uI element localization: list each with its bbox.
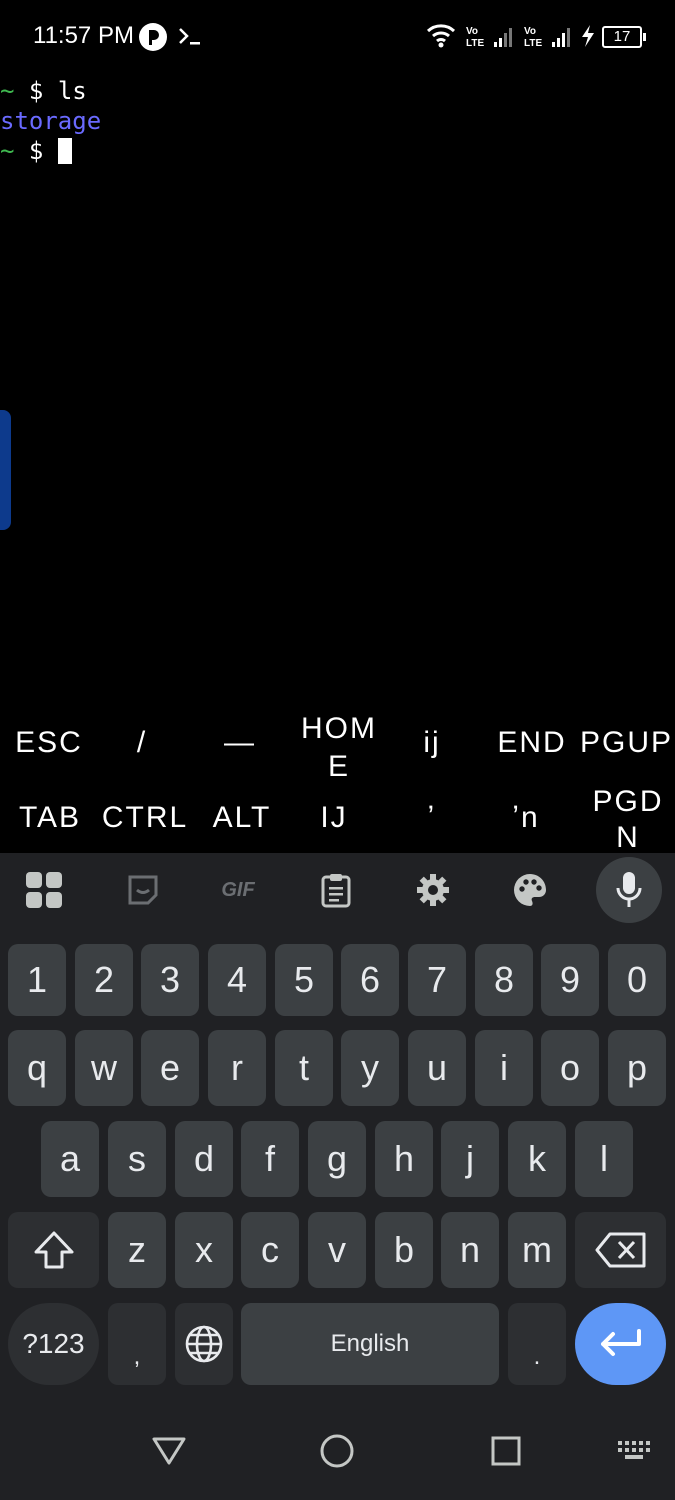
svg-text:Vo: Vo (524, 26, 536, 37)
directory-listing: storage (0, 107, 102, 135)
backspace-icon (595, 1232, 645, 1268)
language-key[interactable] (175, 1303, 233, 1385)
symbols-key[interactable]: ?123 (8, 1303, 99, 1385)
key-c[interactable]: c (241, 1212, 299, 1288)
extra-key-ctrl[interactable]: CTRL (98, 800, 192, 836)
key-i[interactable]: i (475, 1030, 533, 1106)
extra-key-IJ[interactable]: IJ (304, 800, 364, 836)
gif-icon[interactable]: GIF (216, 868, 260, 912)
terminal-output[interactable]: ~ $ ls storage ~ $ (0, 76, 101, 166)
extra-key-n-apostrophe[interactable]: ʼn (496, 800, 556, 836)
key-5[interactable]: 5 (275, 944, 333, 1016)
edge-panel-handle[interactable] (0, 410, 11, 530)
key-v[interactable]: v (308, 1212, 366, 1288)
recents-icon[interactable] (483, 1428, 529, 1474)
key-7[interactable]: 7 (408, 944, 466, 1016)
key-r[interactable]: r (208, 1030, 266, 1106)
key-4[interactable]: 4 (208, 944, 266, 1016)
key-x[interactable]: x (175, 1212, 233, 1288)
key-w[interactable]: w (75, 1030, 133, 1106)
globe-icon (185, 1325, 223, 1363)
extra-key-home[interactable]: HOME (296, 710, 382, 786)
app-notification-icon (138, 22, 168, 57)
key-u[interactable]: u (408, 1030, 466, 1106)
wifi-icon (426, 22, 456, 53)
key-k[interactable]: k (508, 1121, 566, 1197)
apps-grid-icon[interactable] (22, 868, 66, 912)
sticker-icon[interactable] (121, 868, 165, 912)
svg-text:LTE: LTE (524, 38, 542, 48)
key-3[interactable]: 3 (141, 944, 199, 1016)
key-q[interactable]: q (8, 1030, 66, 1106)
volte-signal-icon-2: Vo LTE (522, 24, 576, 53)
extra-key-slash[interactable]: / (112, 725, 172, 761)
key-j[interactable]: j (441, 1121, 499, 1197)
period-key[interactable]: . (508, 1303, 566, 1385)
extra-key-apostrophe[interactable]: ʼ (402, 800, 462, 836)
clipboard-icon[interactable] (314, 868, 358, 912)
command-text: ls (57, 77, 87, 105)
home-icon[interactable] (314, 1428, 360, 1474)
battery-icon: 17 (602, 26, 646, 48)
terminal-line: ~ $ ls (0, 77, 87, 105)
key-2[interactable]: 2 (75, 944, 133, 1016)
extra-key-pgup[interactable]: PGUP (578, 725, 675, 761)
settings-gear-icon[interactable] (411, 868, 455, 912)
extra-key-end[interactable]: END (492, 725, 572, 761)
space-bar[interactable]: English (241, 1303, 499, 1385)
key-g[interactable]: g (308, 1121, 366, 1197)
status-bar: 11:57 PM Vo LTE Vo LTE 17 (0, 0, 675, 72)
extra-key-ij[interactable]: ij (402, 725, 462, 761)
extra-key-esc[interactable]: ESC (10, 725, 88, 761)
key-8[interactable]: 8 (475, 944, 533, 1016)
key-h[interactable]: h (375, 1121, 433, 1197)
terminal-line: ~ $ (0, 136, 101, 166)
key-d[interactable]: d (175, 1121, 233, 1197)
palette-icon[interactable] (508, 868, 552, 912)
key-9[interactable]: 9 (541, 944, 599, 1016)
key-0[interactable]: 0 (608, 944, 666, 1016)
extra-key-tab[interactable]: TAB (10, 800, 90, 836)
microphone-icon[interactable] (596, 857, 662, 923)
enter-arrow-icon (600, 1329, 641, 1356)
svg-text:LTE: LTE (466, 38, 484, 48)
back-icon[interactable] (146, 1428, 192, 1474)
volte-signal-icon-1: Vo LTE (464, 24, 518, 53)
key-y[interactable]: y (341, 1030, 399, 1106)
shift-key[interactable] (8, 1212, 99, 1288)
key-n[interactable]: n (441, 1212, 499, 1288)
terminal-cursor (57, 138, 72, 164)
comma-key[interactable]: , (108, 1303, 166, 1385)
extra-key-dash[interactable]: — (210, 725, 270, 761)
key-m[interactable]: m (508, 1212, 566, 1288)
key-z[interactable]: z (108, 1212, 166, 1288)
key-a[interactable]: a (41, 1121, 99, 1197)
key-1[interactable]: 1 (8, 944, 66, 1016)
key-b[interactable]: b (375, 1212, 433, 1288)
key-l[interactable]: l (575, 1121, 633, 1197)
clock: 11:57 PM (33, 22, 134, 49)
terminal-notification-icon (178, 24, 202, 53)
shift-arrow-icon (34, 1231, 73, 1269)
key-f[interactable]: f (241, 1121, 299, 1197)
enter-key[interactable] (575, 1303, 666, 1385)
key-s[interactable]: s (108, 1121, 166, 1197)
key-e[interactable]: e (141, 1030, 199, 1106)
extra-key-alt[interactable]: ALT (206, 800, 278, 836)
keyboard-switch-icon[interactable] (610, 1428, 656, 1474)
backspace-key[interactable] (575, 1212, 666, 1288)
key-t[interactable]: t (275, 1030, 333, 1106)
svg-text:Vo: Vo (466, 26, 478, 37)
key-o[interactable]: o (541, 1030, 599, 1106)
key-6[interactable]: 6 (341, 944, 399, 1016)
extra-key-pgdn[interactable]: PGDN (588, 784, 668, 856)
charging-bolt-icon (580, 24, 596, 53)
key-p[interactable]: p (608, 1030, 666, 1106)
